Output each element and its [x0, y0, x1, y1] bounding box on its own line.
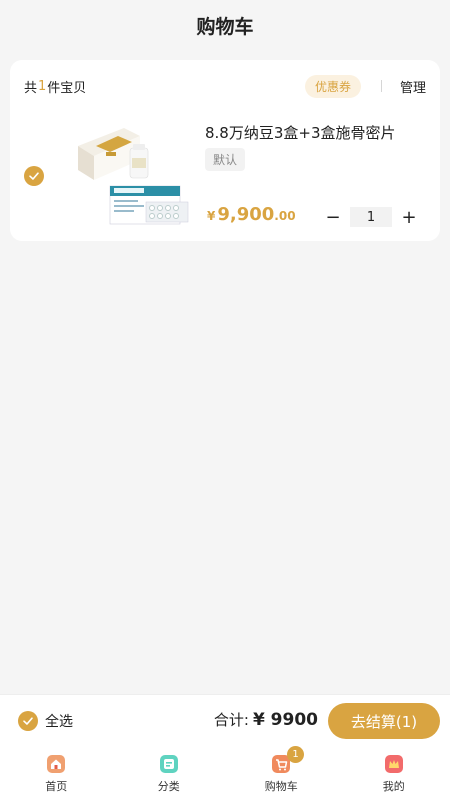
- product-price: ¥ 9,900 .00: [207, 204, 296, 225]
- cart-card: 共 1 件宝贝 优惠券 管理 8.8万纳豆3盒+3盒施骨密片 默认 ¥ 9,90…: [10, 60, 440, 241]
- checkout-bar: 全选 合计: ¥ 9900 去结算(1): [0, 694, 450, 746]
- item-count: 共 1 件宝贝: [24, 77, 86, 96]
- select-all-checkbox[interactable]: [18, 711, 38, 731]
- divider: [380, 80, 382, 92]
- product-name[interactable]: 8.8万纳豆3盒+3盒施骨密片: [205, 122, 396, 143]
- tab-category[interactable]: 分类: [113, 746, 226, 800]
- tab-label: 分类: [157, 779, 180, 793]
- home-icon: [47, 754, 66, 773]
- item-count-suffix: 件宝贝: [47, 80, 87, 96]
- item-count-number: 1: [38, 78, 47, 94]
- category-icon: [159, 754, 178, 773]
- profile-icon: [384, 754, 403, 773]
- select-all-label[interactable]: 全选: [45, 711, 73, 731]
- quantity-input[interactable]: 1: [350, 207, 392, 227]
- header: 购物车: [0, 0, 450, 50]
- tab-label: 首页: [45, 779, 68, 793]
- tab-home[interactable]: 首页: [0, 746, 113, 800]
- price-currency: ¥: [207, 209, 216, 223]
- bottom-tab-bar: 首页 分类 1 购物车 我的: [0, 746, 450, 800]
- increase-button[interactable]: +: [398, 206, 420, 228]
- price-integer: 9,900: [217, 204, 275, 225]
- product-image[interactable]: [66, 118, 196, 238]
- price-decimal: .00: [274, 209, 296, 223]
- checkout-button[interactable]: 去结算(1): [328, 703, 440, 739]
- manage-button[interactable]: 管理: [400, 77, 426, 96]
- item-checkbox[interactable]: [24, 166, 44, 186]
- check-icon: [23, 717, 33, 725]
- tab-cart[interactable]: 1 购物车: [225, 746, 338, 800]
- decrease-button[interactable]: −: [322, 206, 344, 228]
- check-icon: [29, 172, 39, 180]
- total-price: 合计: ¥ 9900: [214, 709, 318, 730]
- tab-label: 购物车: [264, 779, 298, 793]
- total-label: 合计:: [213, 711, 249, 729]
- quantity-stepper: − 1 +: [322, 206, 420, 228]
- tab-label: 我的: [382, 779, 405, 793]
- total-amount: ¥ 9900: [252, 710, 318, 730]
- page-title: 购物车: [196, 15, 254, 38]
- cart-badge: 1: [287, 746, 304, 763]
- item-count-prefix: 共: [24, 80, 38, 96]
- coupon-button[interactable]: 优惠券: [304, 74, 361, 98]
- cart-card-header: 共 1 件宝贝 优惠券 管理: [24, 74, 426, 98]
- tab-profile[interactable]: 我的: [338, 746, 450, 800]
- product-spec-tag: 默认: [205, 148, 246, 171]
